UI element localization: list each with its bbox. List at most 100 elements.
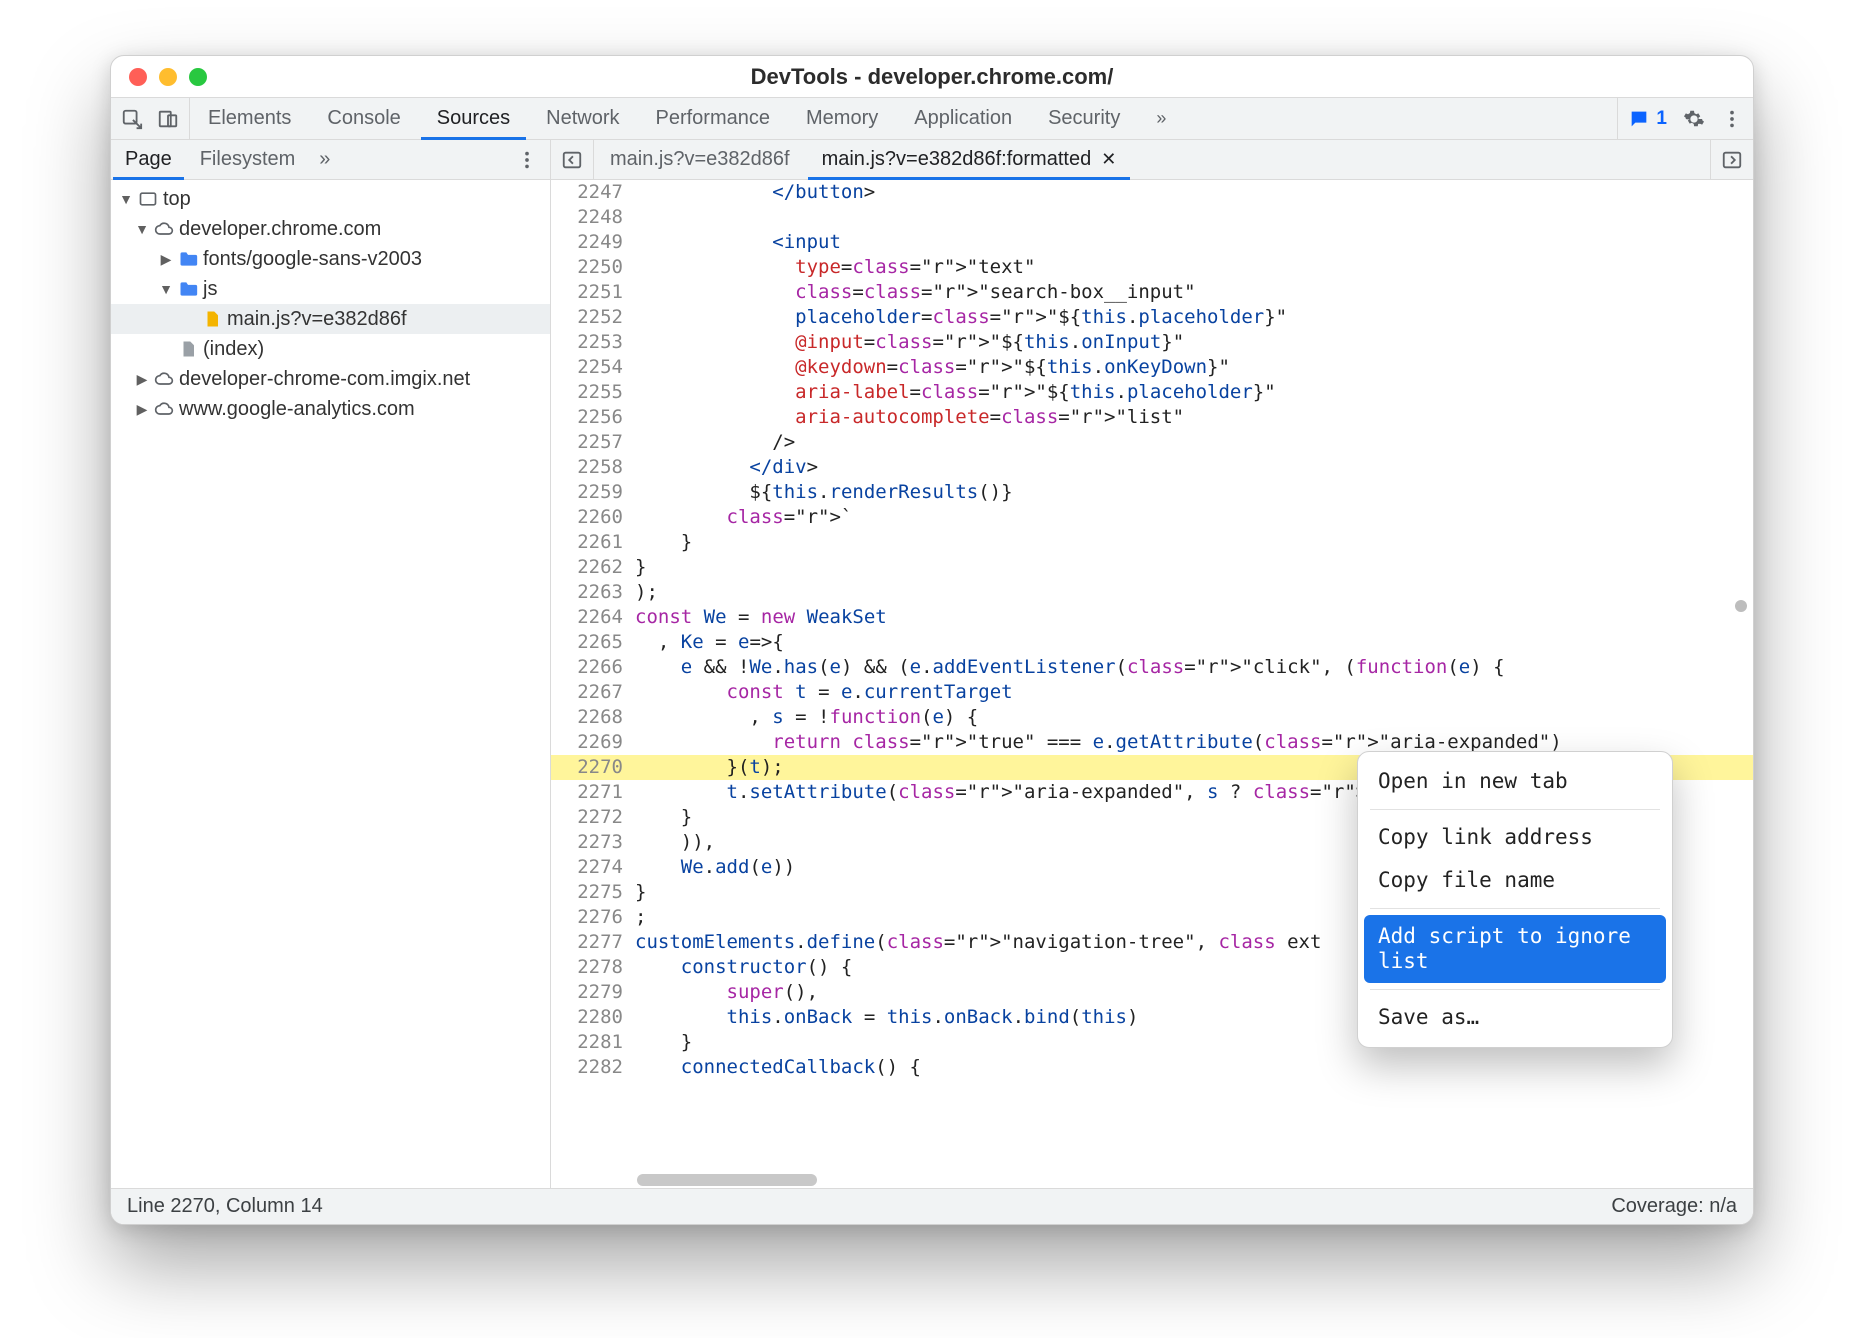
code-line[interactable]: 2264const We = new WeakSet [551,605,1753,630]
tab-performance[interactable]: Performance [638,98,789,139]
code-text: @input=class="r">"${this.onInput}" [633,330,1753,355]
code-line[interactable]: 2267 const t = e.currentTarget [551,680,1753,705]
issues-button[interactable]: 1 [1628,108,1667,130]
navigator-tab-bar: Page Filesystem » [111,140,550,180]
code-line[interactable]: 2262} [551,555,1753,580]
toolbar-left [111,98,190,139]
zoom-window-button[interactable] [189,68,207,86]
code-line[interactable]: 2255 aria-label=class="r">"${this.placeh… [551,380,1753,405]
overflow-tabs-button[interactable]: » [1138,98,1184,139]
code-line[interactable]: 2253 @input=class="r">"${this.onInput}" [551,330,1753,355]
tab-elements[interactable]: Elements [190,98,309,139]
tree-twisty[interactable]: ▼ [159,281,173,297]
tree-twisty[interactable]: ▶ [159,251,173,268]
code-line[interactable]: 2247 </button> [551,180,1753,205]
settings-icon[interactable] [1683,108,1705,130]
tree-item[interactable]: ▶fonts/google-sans-v2003 [111,244,550,274]
code-line[interactable]: 2258 </div> [551,455,1753,480]
code-text: connectedCallback() { [633,1055,1753,1080]
file-tree[interactable]: ▼ top ▼developer.chrome.com▶fonts/google-s… [111,180,550,1188]
tree-item[interactable]: ▶developer-chrome-com.imgix.net [111,364,550,394]
line-number: 2272 [551,805,633,830]
context-menu-item[interactable]: Copy link address [1364,816,1666,859]
navigator-overflow-button[interactable]: » [309,140,340,179]
tree-item[interactable]: ▶www.google-analytics.com [111,394,550,424]
code-text: placeholder=class="r">"${this.placeholde… [633,305,1753,330]
code-line[interactable]: 2266 e && !We.has(e) && (e.addEventListe… [551,655,1753,680]
kebab-menu-icon[interactable] [1721,108,1743,130]
inspect-element-icon[interactable] [121,108,143,130]
vertical-scrollbar[interactable] [1735,600,1747,612]
line-number: 2269 [551,730,633,755]
code-line[interactable]: 2268 , s = !function(e) { [551,705,1753,730]
code-line[interactable]: 2250 type=class="r">"text" [551,255,1753,280]
line-number: 2257 [551,430,633,455]
line-number: 2259 [551,480,633,505]
tree-twisty[interactable]: ▼ [119,191,133,207]
line-number: 2250 [551,255,633,280]
toggle-sidebar-icon[interactable] [1721,149,1743,171]
tab-network[interactable]: Network [528,98,637,139]
tab-security[interactable]: Security [1030,98,1138,139]
code-line[interactable]: 2251 class=class="r">"search-box__input" [551,280,1753,305]
code-line[interactable]: 2252 placeholder=class="r">"${this.place… [551,305,1753,330]
code-line[interactable]: 2254 @keydown=class="r">"${this.onKeyDow… [551,355,1753,380]
editor-tab[interactable]: main.js?v=e382d86f:formatted✕ [806,140,1133,179]
editor-tab-label: main.js?v=e382d86f [610,148,790,171]
tab-memory[interactable]: Memory [788,98,896,139]
context-menu-item[interactable]: Open in new tab [1364,760,1666,803]
context-menu-separator [1370,809,1660,810]
code-line[interactable]: 2260 class="r">` [551,505,1753,530]
main-tab-bar: ElementsConsoleSourcesNetworkPerformance… [111,98,1753,140]
context-menu-item[interactable]: Save as… [1364,996,1666,1039]
tab-application[interactable]: Application [896,98,1030,139]
code-line[interactable]: 2256 aria-autocomplete=class="r">"list" [551,405,1753,430]
history-back-icon[interactable] [561,149,583,171]
minimize-window-button[interactable] [159,68,177,86]
coverage-status: Coverage: n/a [1611,1195,1737,1218]
code-line[interactable]: 2263); [551,580,1753,605]
code-line[interactable]: 2261 } [551,530,1753,555]
tree-item[interactable]: ▼developer.chrome.com [111,214,550,244]
code-line[interactable]: 2282 connectedCallback() { [551,1055,1753,1080]
context-menu-item[interactable]: Add script to ignore list [1364,915,1666,983]
context-menu-item[interactable]: Copy file name [1364,859,1666,902]
filedoc-icon [177,339,199,359]
line-number: 2248 [551,205,633,230]
tree-twisty[interactable]: ▶ [135,401,149,418]
code-text: aria-autocomplete=class="r">"list" [633,405,1753,430]
tree-twisty[interactable]: ▶ [135,371,149,388]
tree-item-label: top [163,188,191,211]
line-number: 2280 [551,1005,633,1030]
line-number: 2275 [551,880,633,905]
code-line[interactable]: 2259 ${this.renderResults()} [551,480,1753,505]
code-line[interactable]: 2249 <input [551,230,1753,255]
tree-item[interactable]: ▼ top [111,184,550,214]
close-window-button[interactable] [129,68,147,86]
navigator-kebab-icon[interactable] [504,140,550,179]
line-number: 2270 [551,755,633,780]
tree-item[interactable]: (index) [111,334,550,364]
code-text: , Ke = e=>{ [633,630,1753,655]
code-line[interactable]: 2257 /> [551,430,1753,455]
code-line[interactable]: 2248 [551,205,1753,230]
tab-console[interactable]: Console [309,98,418,139]
context-menu: Open in new tab Copy link addressCopy fil… [1357,751,1673,1048]
code-text: e && !We.has(e) && (e.addEventListener(c… [633,655,1753,680]
line-number: 2278 [551,955,633,980]
tree-item[interactable]: main.js?v=e382d86f [111,304,550,334]
horizontal-scrollbar[interactable] [637,1174,817,1186]
tree-item-label: (index) [203,338,264,361]
tab-filesystem[interactable]: Filesystem [186,140,310,179]
cloud-icon [153,399,175,419]
tab-page[interactable]: Page [111,140,186,179]
code-line[interactable]: 2265 , Ke = e=>{ [551,630,1753,655]
close-icon[interactable]: ✕ [1101,149,1116,170]
line-number: 2253 [551,330,633,355]
tree-item[interactable]: ▼js [111,274,550,304]
device-toolbar-icon[interactable] [157,108,179,130]
code-editor[interactable]: 2247 </button>22482249 <input2250 type=c… [551,180,1753,1188]
editor-tab[interactable]: main.js?v=e382d86f [594,140,806,179]
tab-sources[interactable]: Sources [419,98,528,139]
tree-twisty[interactable]: ▼ [135,221,149,237]
